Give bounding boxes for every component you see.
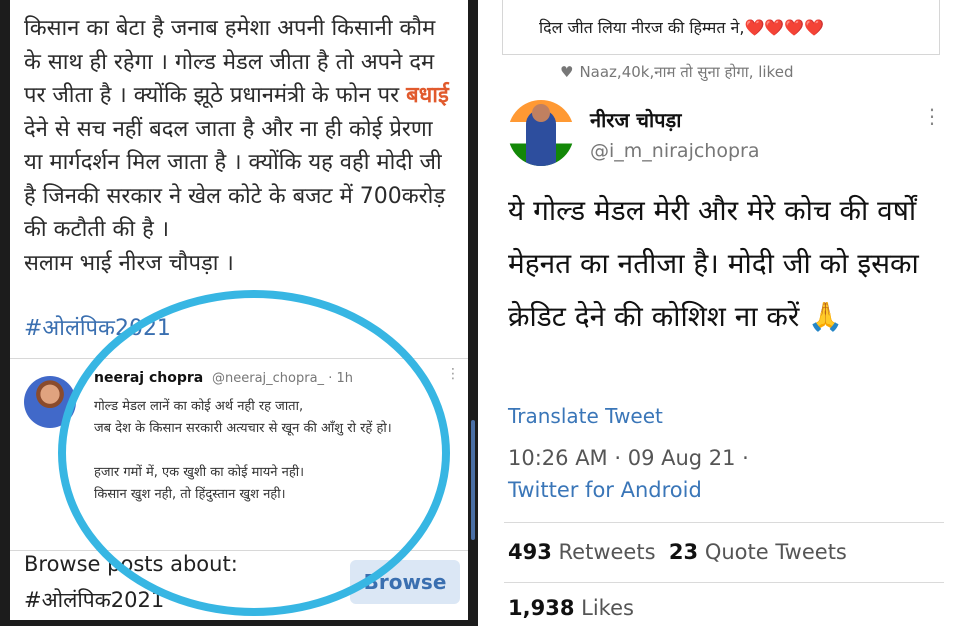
embedded-line: गोल्ड मेडल लानें का कोई अर्थ नही रह जाता… — [94, 399, 304, 414]
tweet-author-handle[interactable]: @i_m_nirajchopra — [590, 140, 759, 162]
browse-posts-label: Browse posts about: — [24, 552, 238, 576]
embedded-line: हजार गमों में, एक खुशी का कोई मायने नही। — [94, 465, 305, 480]
heart-icon: ♥ — [560, 63, 574, 81]
quote-reply-text: दिल जीत लिया नीरज की हिम्मत ने,❤️❤️❤️❤️ — [539, 18, 825, 37]
left-screenshot-panel: किसान का बेटा है जनाब हमेशा अपनी किसानी … — [0, 0, 478, 626]
retweets-count: 493 — [508, 540, 552, 564]
tweet-timestamp: 10:26 AM · 09 Aug 21 · — [508, 446, 749, 470]
post-salute-line: सलाम भाई नीरज चौपड़ा । — [24, 250, 234, 276]
more-options-icon[interactable]: ⋮ — [922, 104, 942, 128]
avatar[interactable] — [508, 100, 574, 166]
quote-tweets-stat[interactable]: 23 Quote Tweets — [669, 540, 847, 564]
likes-stat[interactable]: 1,938 Likes — [508, 596, 634, 620]
embedded-tweet[interactable]: neeraj chopra @neeraj_chopra_ · 1h ⋮ गोल… — [10, 360, 468, 560]
facebook-post-card: किसान का बेटा है जनाब हमेशा अपनी किसानी … — [10, 0, 468, 620]
post-highlight-word: बधाई — [406, 83, 449, 108]
post-text-part-1: किसान का बेटा है जनाब हमेशा अपनी किसानी … — [24, 16, 436, 108]
embedded-tweet-body: गोल्ड मेडल लानें का कोई अर्थ नही रह जाता… — [94, 396, 464, 506]
tweet-text: ये गोल्ड मेडल मेरी और मेरे कोच की वर्षों… — [508, 194, 919, 333]
likes-count: 1,938 — [508, 596, 575, 620]
liked-by-line: ♥ Naaz,40k,नाम तो सुना होगा, liked — [560, 62, 793, 82]
browse-button[interactable]: Browse — [350, 560, 460, 604]
embedded-line: जब देश के किसान सरकारी अत्यचार से खून की… — [94, 421, 392, 436]
post-hashtag-link[interactable]: #ओलंपिक2021 — [24, 312, 171, 342]
post-text: किसान का बेटा है जनाब हमेशा अपनी किसानी … — [24, 12, 454, 280]
liked-by-text: Naaz,40k,नाम तो सुना होगा, liked — [579, 63, 794, 81]
tweet-source-link[interactable]: Twitter for Android — [508, 478, 702, 502]
more-options-icon[interactable]: ⋮ — [446, 366, 460, 382]
tweet-stats-row: 493 Retweets 23 Quote Tweets — [508, 540, 847, 564]
athlete-head — [532, 104, 550, 122]
likes-label: Likes — [581, 596, 634, 620]
embedded-author-name[interactable]: neeraj chopra — [94, 370, 203, 386]
right-screenshot-panel: दिल जीत लिया नीरज की हिम्मत ने,❤️❤️❤️❤️ … — [490, 0, 954, 626]
scrollbar[interactable] — [471, 420, 475, 540]
divider — [504, 522, 944, 523]
retweets-stat[interactable]: 493 Retweets — [508, 540, 656, 564]
quote-tweets-label: Quote Tweets — [704, 540, 847, 564]
embedded-line: किसान खुश नही, तो हिंदुस्तान खुश नही। — [94, 487, 286, 502]
tweet-author-name[interactable]: नीरज चोपड़ा — [590, 106, 681, 133]
post-text-part-2: देने से सच नहीं बदल जाता है और ना ही कोई… — [24, 116, 446, 243]
translate-tweet-link[interactable]: Translate Tweet — [508, 404, 663, 428]
divider — [10, 550, 468, 551]
embedded-author-handle: @neeraj_chopra_ · 1h — [212, 371, 353, 386]
divider — [504, 582, 944, 583]
quote-tweets-count: 23 — [668, 540, 699, 564]
divider — [10, 358, 468, 359]
browse-hashtag[interactable]: #ओलंपिक2021 — [24, 586, 164, 614]
avatar[interactable] — [24, 376, 76, 428]
retweets-label: Retweets — [558, 540, 656, 564]
quote-reply-box[interactable]: दिल जीत लिया नीरज की हिम्मत ने,❤️❤️❤️❤️ — [502, 0, 940, 55]
